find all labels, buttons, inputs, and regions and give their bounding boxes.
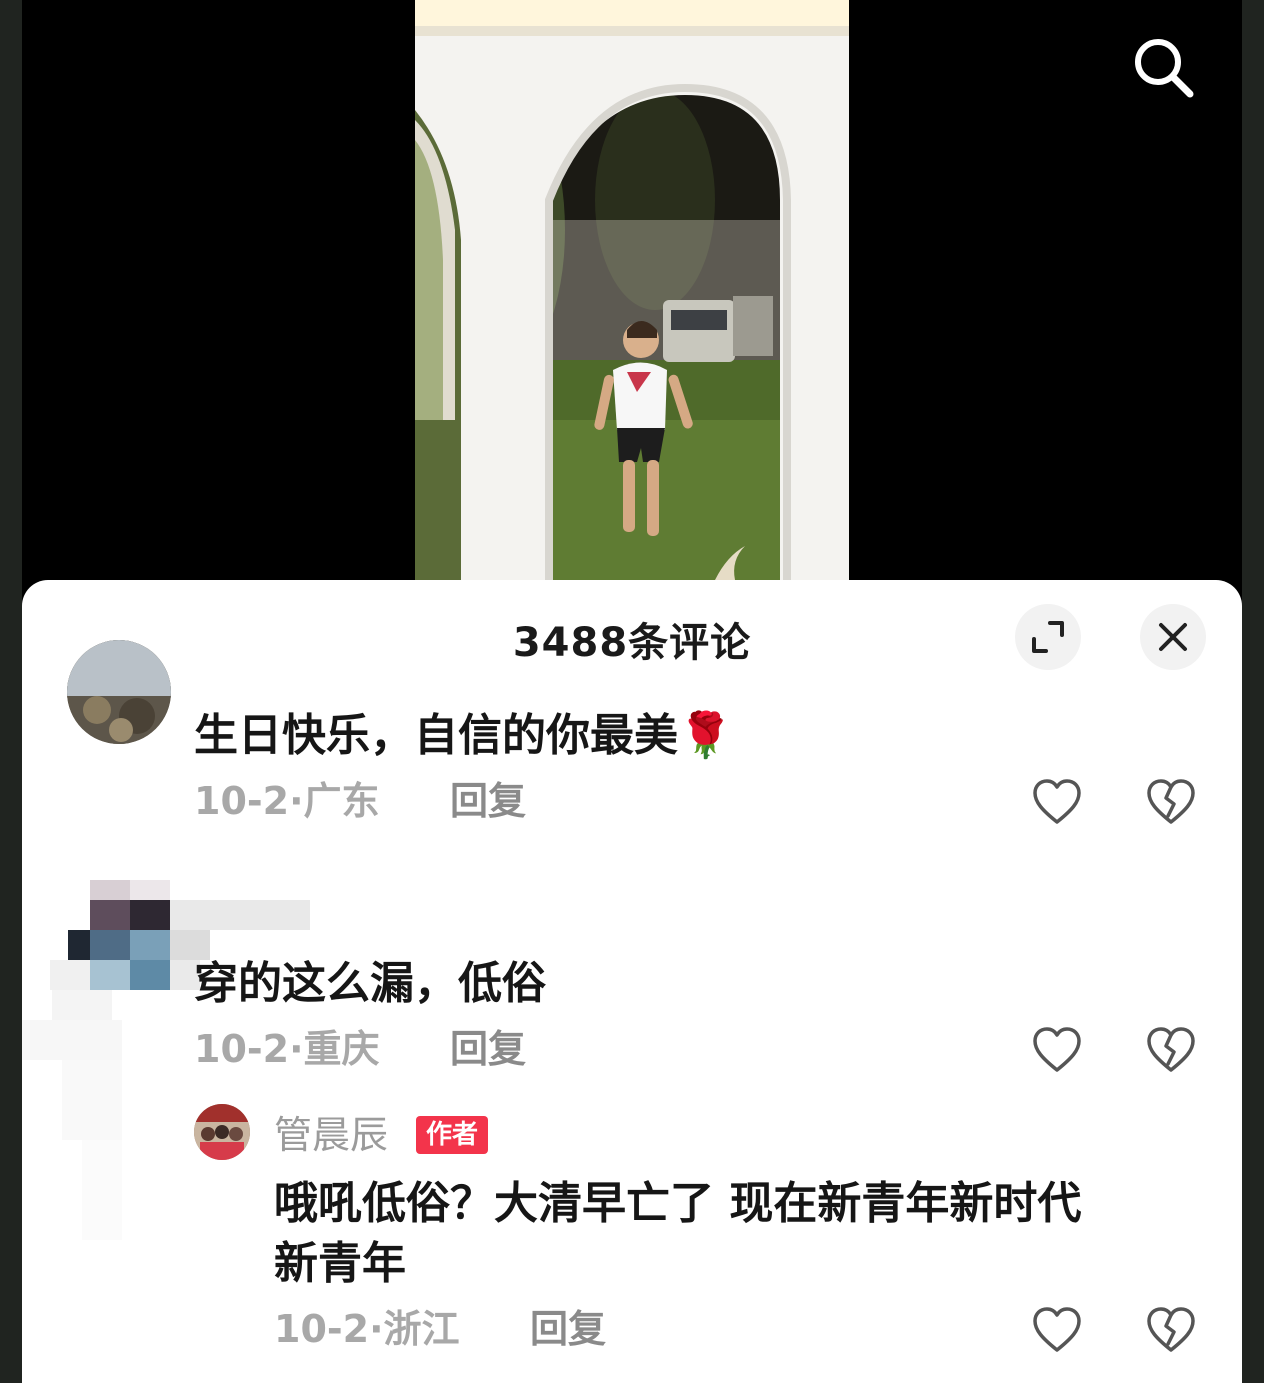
comment-date: 10-2	[194, 1027, 290, 1071]
comments-sheet: 3488条评论 生日快乐，自信的你最美🌹 10-2·广东 回复 穿的这么漏，低俗…	[22, 580, 1242, 1383]
dislike-button[interactable]	[1144, 1304, 1198, 1358]
reply-location: 浙江	[383, 1307, 460, 1351]
comment-item: 生日快乐，自信的你最美🌹 10-2·广东 回复	[22, 580, 1242, 880]
comment-location: 广东	[303, 779, 380, 823]
like-button[interactable]	[1030, 1024, 1084, 1078]
reply-date: 10-2	[274, 1307, 370, 1351]
app-screen: 3488条评论 生日快乐，自信的你最美🌹 10-2·广东 回复 穿的这么漏，低俗…	[22, 0, 1242, 1383]
comment-meta: 10-2·重庆	[194, 1024, 380, 1074]
heart-icon	[1033, 1027, 1081, 1072]
author-name[interactable]: 管晨辰	[274, 1110, 388, 1160]
meta-separator: ·	[289, 779, 304, 823]
rose-emoji: 🌹	[678, 710, 733, 761]
like-button[interactable]	[1030, 776, 1084, 830]
like-button[interactable]	[1030, 1304, 1084, 1358]
dislike-button[interactable]	[1144, 1024, 1198, 1078]
meta-separator: ·	[369, 1307, 384, 1351]
comment-item: 穿的这么漏，低俗 10-2·重庆 回复 管晨辰 作者 哦吼低俗？大清早亡了 现在…	[22, 880, 1242, 1383]
comment-date: 10-2	[194, 779, 290, 823]
reply-text-line1: 哦吼低俗？大清早亡了 现在新青年新时代	[274, 1178, 1082, 1229]
video-player[interactable]	[22, 0, 1242, 580]
heart-icon	[1033, 1307, 1081, 1352]
avatar[interactable]	[67, 640, 171, 744]
comment-text: 生日快乐，自信的你最美🌹	[194, 706, 733, 766]
author-avatar[interactable]	[194, 1104, 250, 1160]
comment-text-content: 生日快乐，自信的你最美	[194, 710, 678, 761]
comment-text: 穿的这么漏，低俗	[194, 958, 546, 1009]
broken-heart-icon	[1147, 779, 1195, 824]
reply-button[interactable]: 回复	[450, 776, 526, 826]
broken-heart-icon	[1147, 1027, 1195, 1072]
reply-text-line2: 新青年	[274, 1238, 406, 1289]
heart-icon	[1033, 779, 1081, 824]
reply-item: 管晨辰 作者 哦吼低俗？大清早亡了 现在新青年新时代 新青年 10-2·浙江 回…	[22, 1104, 1242, 1383]
reply-meta: 10-2·浙江	[274, 1304, 460, 1354]
dislike-button[interactable]	[1144, 776, 1198, 830]
search-button[interactable]	[1128, 32, 1198, 102]
comment-meta: 10-2·广东	[194, 776, 380, 826]
author-badge: 作者	[416, 1116, 489, 1154]
broken-heart-icon	[1147, 1307, 1195, 1352]
reply-button[interactable]: 回复	[450, 1024, 526, 1074]
meta-separator: ·	[289, 1027, 304, 1071]
reply-button[interactable]: 回复	[530, 1304, 606, 1354]
comment-location: 重庆	[303, 1027, 380, 1071]
video-frame[interactable]	[415, 0, 849, 580]
search-icon	[1135, 39, 1194, 98]
